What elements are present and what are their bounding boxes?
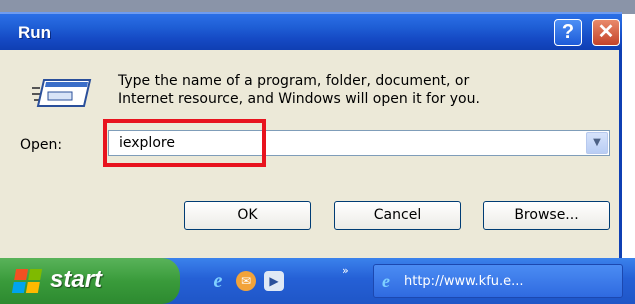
window-title: Run bbox=[18, 23, 52, 42]
help-icon: ? bbox=[561, 21, 575, 43]
help-button[interactable]: ? bbox=[554, 19, 582, 46]
ok-button[interactable]: OK bbox=[184, 201, 311, 230]
chevron-down-icon: ▼ bbox=[593, 137, 601, 148]
windows-logo-icon bbox=[11, 269, 43, 293]
dropdown-button[interactable]: ▼ bbox=[586, 132, 608, 154]
description-line-1: Type the name of a program, folder, docu… bbox=[118, 73, 470, 89]
cancel-button[interactable]: Cancel bbox=[334, 201, 461, 230]
open-label: Open: bbox=[20, 137, 63, 153]
title-bar[interactable]: Run ? ✕ bbox=[0, 12, 622, 50]
taskbar-item-label: http://www.kfu.e... bbox=[404, 274, 524, 289]
close-icon: ✕ bbox=[597, 21, 615, 43]
start-label: start bbox=[50, 266, 103, 293]
open-input[interactable]: iexplore bbox=[119, 134, 175, 152]
taskbar-item-browser[interactable]: e http://www.kfu.e... bbox=[373, 264, 623, 298]
media-player-icon[interactable]: ▶ bbox=[264, 271, 284, 291]
close-button[interactable]: ✕ bbox=[592, 19, 620, 46]
dialog-description: Type the name of a program, folder, docu… bbox=[118, 72, 598, 108]
run-program-icon bbox=[32, 79, 92, 107]
internet-explorer-icon: e bbox=[382, 271, 390, 291]
open-combobox[interactable]: iexplore ▼ bbox=[108, 130, 610, 156]
internet-explorer-icon[interactable]: e bbox=[208, 271, 228, 291]
start-button[interactable]: start bbox=[0, 258, 180, 304]
taskbar: start e ✉ ▶ » e http://www.kfu.e... bbox=[0, 258, 635, 304]
description-line-2: Internet resource, and Windows will open… bbox=[118, 91, 480, 107]
browse-button[interactable]: Browse... bbox=[483, 201, 610, 230]
outlook-express-icon[interactable]: ✉ bbox=[236, 271, 256, 291]
quick-launch-more-icon[interactable]: » bbox=[342, 264, 349, 277]
run-dialog: Type the name of a program, folder, docu… bbox=[0, 50, 622, 258]
